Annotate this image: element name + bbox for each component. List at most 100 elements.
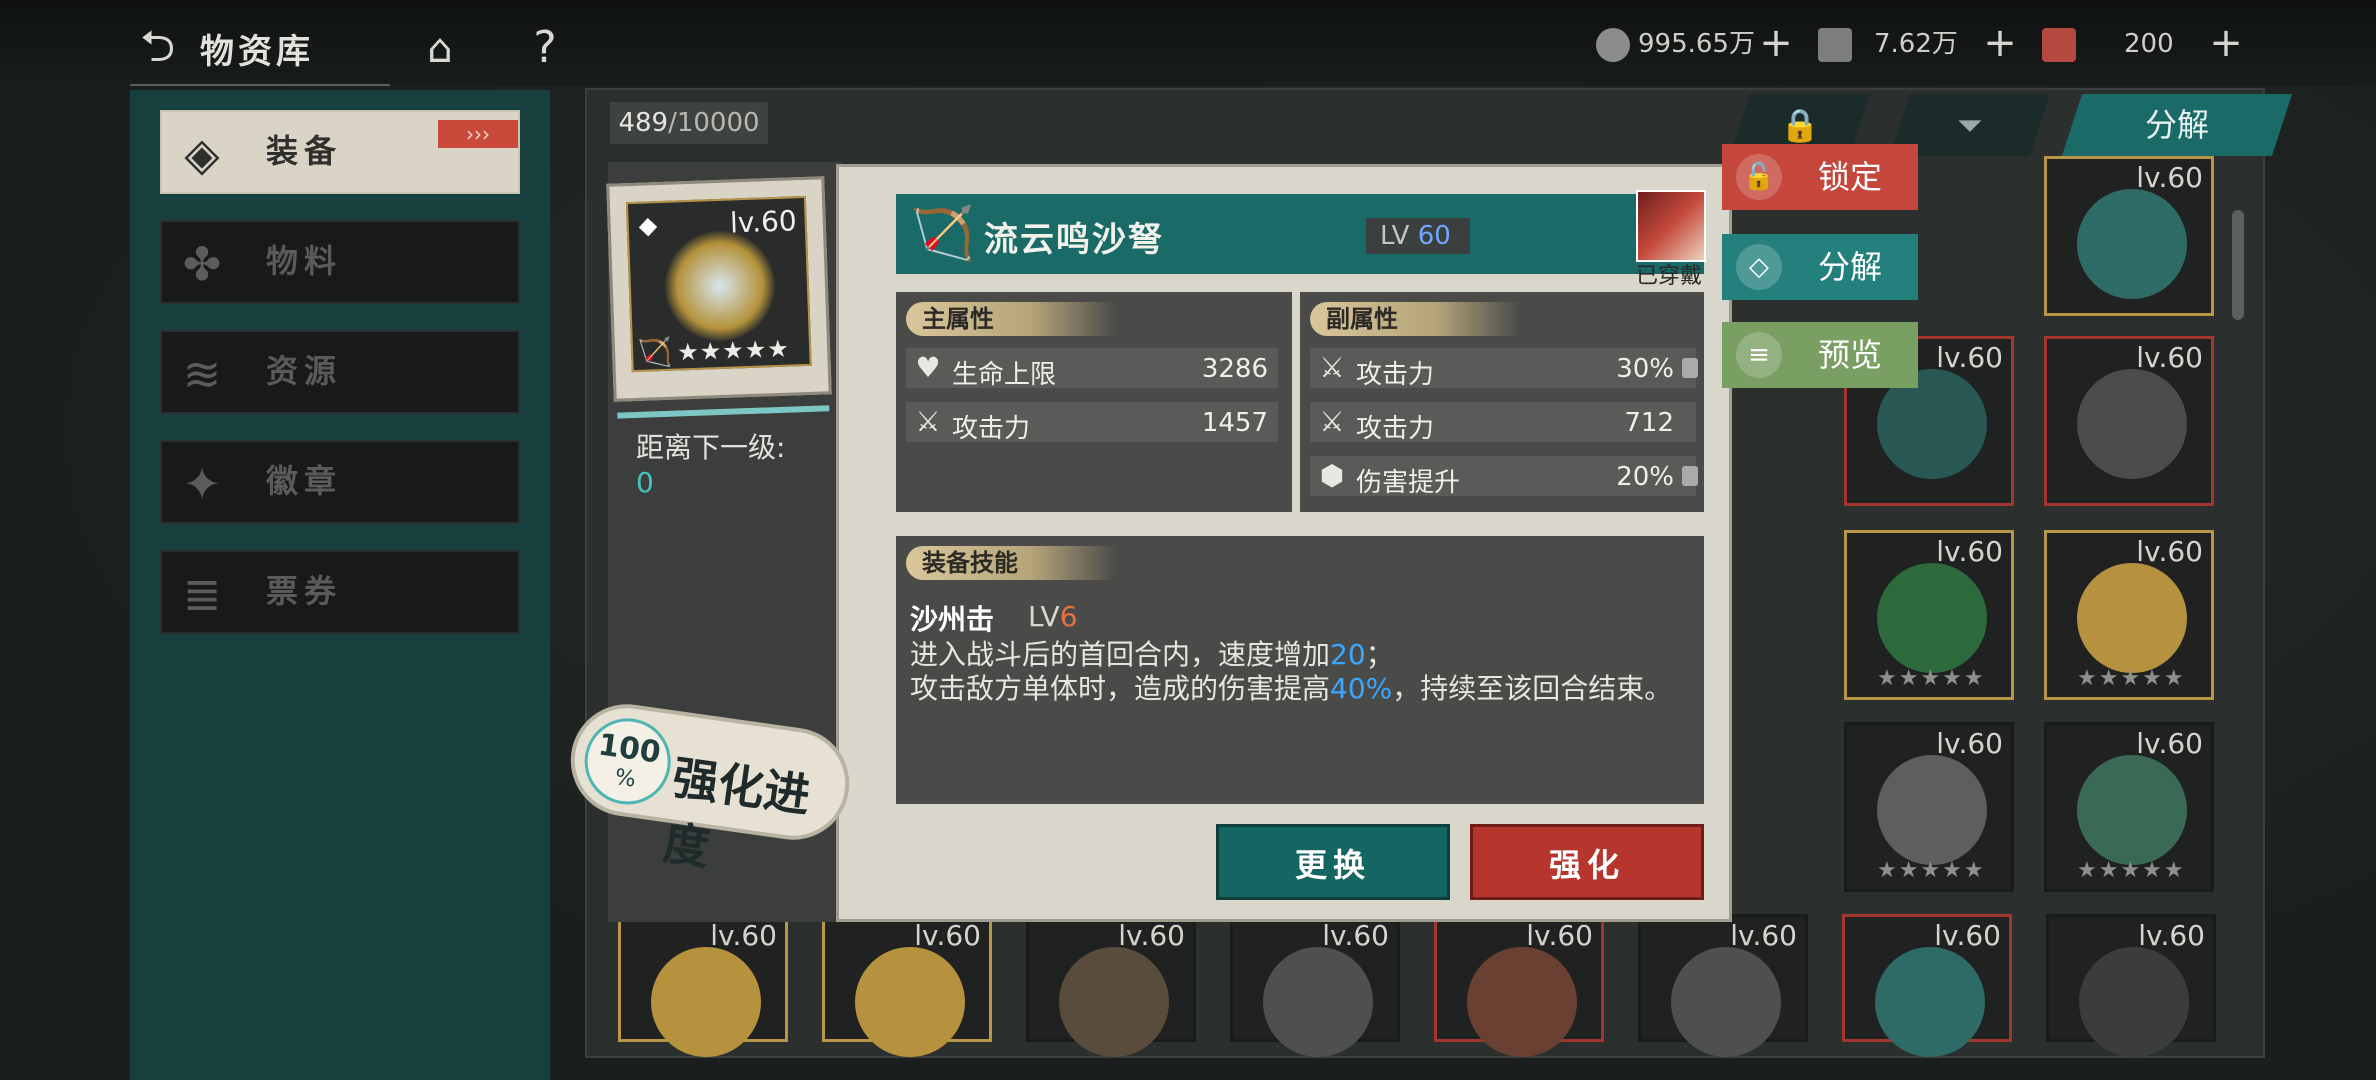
disassemble-icon: ◇ xyxy=(1736,244,1782,290)
attr-name: 伤害提升 xyxy=(1356,468,1461,498)
main-attributes-title: 主属性 xyxy=(906,302,1116,336)
coin-icon xyxy=(1596,27,1630,62)
card-stars: ★★★★★ xyxy=(1877,666,1986,691)
attr-value: 30% xyxy=(1616,354,1674,384)
heart-icon: ♥ xyxy=(915,351,941,384)
chevron-right-icon: ››› xyxy=(438,120,518,148)
inventory-card[interactable]: lv.60 xyxy=(2044,336,2214,506)
attr-name: 生命上限 xyxy=(952,360,1057,390)
resource-ticket: 200 xyxy=(2042,22,2174,66)
add-ticket-button[interactable]: + xyxy=(2206,18,2246,68)
next-level-label: 距离下一级: xyxy=(636,431,786,464)
inventory-card[interactable]: lv.60 xyxy=(822,914,992,1057)
skill-text: ，持续至该回合结束。 xyxy=(1392,672,1673,705)
sidebar-item-label: 徽章 xyxy=(266,462,343,500)
item-level: LV 60 xyxy=(1366,218,1470,254)
inventory-counter: 489/10000 xyxy=(610,102,768,144)
inventory-card[interactable]: lv.60 ★★★★★ xyxy=(2044,530,2214,700)
inventory-card[interactable]: lv.60 xyxy=(1026,914,1196,1057)
sidebar-item-label: 资源 xyxy=(266,352,343,390)
inventory-card[interactable]: lv.60 xyxy=(1434,914,1604,1057)
skill-highlight: 20 xyxy=(1330,638,1366,671)
lock-icon[interactable] xyxy=(1682,358,1698,378)
badge-icon: ✦ xyxy=(182,457,222,511)
change-button[interactable]: 更换 xyxy=(1216,824,1450,900)
item-level-value: 60 xyxy=(1417,221,1451,251)
attr-name: 攻击力 xyxy=(952,414,1031,444)
disassemble-button[interactable]: ◇ 分解 xyxy=(1722,234,1918,300)
sidebar-item-tickets[interactable]: ≣ 票券 xyxy=(160,550,520,634)
preview-button-label: 预览 xyxy=(1818,336,1883,374)
lock-icon[interactable] xyxy=(1682,466,1698,486)
selected-item-card: ◆ lv.60 🏹 ★★★★★ xyxy=(606,176,832,419)
inventory-card[interactable]: lv.60 xyxy=(618,914,788,1057)
inventory-card[interactable]: lv.60 ★★★★★ xyxy=(1844,722,2014,892)
page-title: 物资库 xyxy=(200,32,314,72)
ticket-stack-icon: ≣ xyxy=(182,567,222,621)
attr-value: 20% xyxy=(1616,462,1674,492)
item-header: 🏹 流云鸣沙弩 LV 60 xyxy=(896,194,1704,274)
game-screen: ⮌ 物资库 ⌂ ? 995.65万 + 7.62万 + 200 + ◈ 装备 ›… xyxy=(0,0,2376,1080)
help-icon[interactable]: ? xyxy=(520,20,570,76)
preview-button[interactable]: ≡ 预览 xyxy=(1722,322,1918,388)
back-icon[interactable]: ⮌ xyxy=(140,22,200,72)
card-stars: ★★★★★ xyxy=(2077,858,2186,883)
card-level: lv.60 xyxy=(1936,727,2003,760)
card-level: lv.60 xyxy=(2136,727,2203,760)
equipped-character-avatar[interactable] xyxy=(1636,190,1706,262)
home-icon[interactable]: ⌂ xyxy=(412,24,468,74)
card-stars: ★★★★★ xyxy=(1877,858,1986,883)
item-image xyxy=(1875,947,1985,1057)
inventory-card[interactable]: lv.60 xyxy=(1842,914,2012,1057)
sidebar-item-label: 票券 xyxy=(266,572,343,610)
item-image xyxy=(1877,755,1987,865)
card-level: lv.60 xyxy=(2136,341,2203,374)
add-material-button[interactable]: + xyxy=(1980,18,2020,68)
next-level-box: 距离下一级: 0 xyxy=(636,426,830,512)
skill-description: 进入战斗后的首回合内，速度增加20； 攻击敌方单体时，造成的伤害提高40%，持续… xyxy=(910,638,1690,706)
lock-button[interactable]: 🔓 锁定 xyxy=(1722,144,1918,210)
item-level-label: LV xyxy=(1380,221,1410,251)
lock-icon: 🔓 xyxy=(1736,154,1782,200)
inventory-card[interactable]: lv.60 ★★★★★ xyxy=(1844,530,2014,700)
disassemble-tab[interactable]: 分解 xyxy=(2061,94,2293,156)
sub-attr-row: ⚔ 攻击力 712 xyxy=(1310,402,1696,444)
inventory-card[interactable]: lv.60 xyxy=(2044,156,2214,316)
sidebar-item-resources[interactable]: ≋ 资源 xyxy=(160,330,520,414)
material-icon xyxy=(1818,27,1852,62)
progress-circle: 100 % xyxy=(579,712,677,811)
main-attr-row: ⚔ 攻击力 1457 xyxy=(906,402,1278,444)
sidebar-item-materials[interactable]: ✤ 物料 xyxy=(160,220,520,304)
main-attr-row: ♥ 生命上限 3286 xyxy=(906,348,1278,390)
inventory-card[interactable]: lv.60 xyxy=(2046,914,2216,1057)
sidebar-item-badges[interactable]: ✦ 徽章 xyxy=(160,440,520,524)
sub-attr-row: ⚔ 攻击力 30% xyxy=(1310,348,1698,390)
skill-level-value: 6 xyxy=(1059,600,1078,633)
add-coin-button[interactable]: + xyxy=(1756,18,1796,68)
inventory-card[interactable]: lv.60 xyxy=(1638,914,1808,1057)
upgrade-button[interactable]: 强化 xyxy=(1470,824,1704,900)
skill-highlight: 40% xyxy=(1330,672,1393,705)
skill-desc-line-2: 攻击敌方单体时，造成的伤害提高40%，持续至该回合结束。 xyxy=(910,672,1690,706)
skill-level: LV6 xyxy=(1028,600,1078,633)
disassemble-tab-label: 分解 xyxy=(2144,106,2209,144)
skill-desc-line-1: 进入战斗后的首回合内，速度增加20； xyxy=(910,638,1690,672)
sub-attributes-title: 副属性 xyxy=(1310,302,1520,336)
sub-attr-row: ⬢ 伤害提升 20% xyxy=(1310,456,1698,498)
title-underline xyxy=(130,84,390,86)
attr-name: 攻击力 xyxy=(1356,360,1435,390)
inventory-scrollbar[interactable] xyxy=(2232,210,2244,320)
item-stars: ★★★★★ xyxy=(676,334,791,367)
card-stars: ★★★★★ xyxy=(2077,666,2186,691)
skill-name: 沙州击 xyxy=(910,603,995,636)
inventory-count: 489 xyxy=(618,108,669,138)
skill-text: 进入战斗后的首回合内，速度增加 xyxy=(910,638,1331,671)
equipped-label: 已穿戴 xyxy=(1636,264,1703,289)
next-level-value: 0 xyxy=(636,466,654,499)
attr-value: 3286 xyxy=(1201,354,1268,384)
inventory-card[interactable]: lv.60 ★★★★★ xyxy=(2044,722,2214,892)
card-level: lv.60 xyxy=(2138,919,2205,952)
sidebar-item-equipment[interactable]: ◈ 装备 ››› xyxy=(160,110,520,194)
bow-icon: 🏹 xyxy=(910,204,975,264)
inventory-card[interactable]: lv.60 xyxy=(1230,914,1400,1057)
